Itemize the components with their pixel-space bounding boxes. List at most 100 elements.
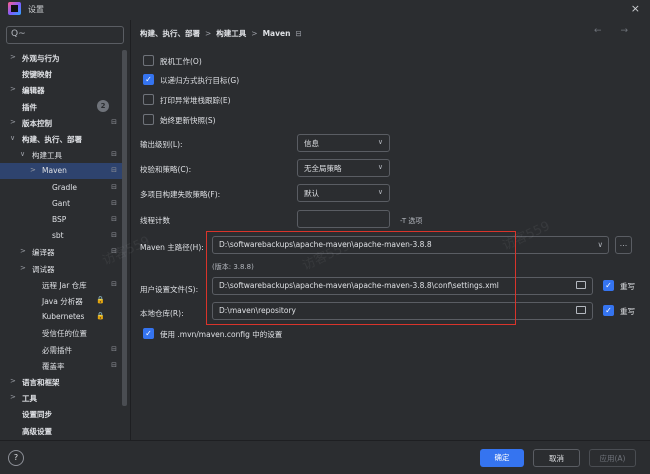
project-scope-icon: ⊟	[111, 150, 117, 159]
breadcrumb: 构建、执行、部署 > 构建工具 > Maven ⊟	[140, 28, 307, 39]
project-scope-icon: ⊟	[111, 344, 117, 353]
chevron-down-icon[interactable]: ∨	[10, 134, 15, 142]
sidebar-item-label: 外观与行为	[22, 54, 60, 63]
sidebar-item[interactable]: 设置同步	[0, 406, 125, 422]
sidebar-item[interactable]: Kubernetes 🔒	[0, 309, 125, 325]
sidebar-item-label: Maven	[42, 166, 67, 176]
breadcrumb-build-tools[interactable]: 构建工具	[216, 29, 246, 38]
sidebar-item[interactable]: Gradle ⊟	[0, 180, 125, 196]
sidebar-item[interactable]: > 工具	[0, 390, 125, 406]
close-icon[interactable]: ×	[631, 2, 640, 15]
multiproject-fail-label: 多项目构建失败策略(F):	[140, 190, 221, 199]
search-input[interactable]: Q~	[6, 26, 124, 44]
chevron-right-icon[interactable]: >	[10, 85, 16, 93]
project-scope-icon: ⊟	[111, 182, 117, 191]
sidebar-item[interactable]: 高级设置	[0, 423, 125, 439]
sidebar-item-label: 设置同步	[22, 410, 52, 420]
checkmark-icon[interactable]: ✓	[143, 74, 154, 85]
chevron-right-icon[interactable]: >	[20, 247, 26, 255]
project-scope-icon: ⊟	[111, 215, 117, 223]
checkmark-icon[interactable]: ✓	[143, 328, 154, 339]
checkbox-box[interactable]	[143, 114, 154, 125]
chevron-down-icon[interactable]: ∨	[20, 150, 25, 158]
sidebar-item[interactable]: ∨ 构建、执行、部署	[0, 131, 125, 147]
checkmark-icon[interactable]: ✓	[603, 280, 614, 291]
checksum-policy-select[interactable]: 无全局策略 ∨	[297, 159, 390, 177]
output-level-select[interactable]: 信息 ∨	[297, 134, 390, 152]
sidebar-item-label: BSP	[52, 215, 67, 224]
sidebar-item-label: Java 分析器	[42, 297, 83, 306]
checkmark-icon[interactable]: ✓	[603, 305, 614, 316]
sidebar-item-label: 编译器	[32, 248, 55, 258]
sidebar-item[interactable]: > 编辑器	[0, 82, 125, 98]
checkbox-box[interactable]	[143, 55, 154, 66]
thread-count-label: 线程计数	[140, 216, 170, 225]
sidebar-item[interactable]: ∨ 构建工具 ⊟	[0, 147, 125, 163]
project-scope-icon: ⊟	[111, 166, 117, 175]
chevron-right-icon[interactable]: >	[10, 118, 16, 126]
thread-count-input[interactable]	[297, 210, 390, 228]
output-level-label: 输出级别(L):	[140, 140, 183, 149]
apply-button[interactable]: 应用(A)	[589, 449, 636, 467]
sidebar-item-label: sbt	[52, 231, 64, 241]
chevron-down-icon: ∨	[377, 138, 383, 146]
chevron-down-icon[interactable]: ∨	[598, 240, 604, 249]
sidebar-item-label: 远程 Jar 仓库	[42, 280, 87, 290]
sidebar-item[interactable]: Java 分析器 🔒	[0, 293, 125, 309]
sidebar-item-label: 编辑器	[22, 86, 45, 96]
folder-icon[interactable]	[576, 306, 586, 314]
highlight-annotation-box	[206, 231, 516, 325]
user-settings-label: 用户设置文件(S):	[140, 285, 199, 294]
sidebar-item[interactable]: 覆盖率 ⊟	[0, 358, 125, 374]
intellij-logo-icon	[8, 2, 21, 15]
sidebar-item[interactable]: Gant ⊟	[0, 196, 125, 212]
sidebar-item[interactable]: > Maven ⊟	[0, 163, 125, 180]
chevron-right-icon[interactable]: >	[10, 53, 16, 61]
browse-button[interactable]: ...	[615, 236, 632, 254]
lock-icon: 🔒	[96, 312, 105, 321]
checksum-policy-label: 校验和策略(C):	[140, 165, 192, 174]
project-scope-icon: ⊟	[111, 360, 117, 369]
sidebar-item[interactable]: 远程 Jar 仓库 ⊟	[0, 277, 125, 293]
project-scope-icon: ⊟	[111, 279, 117, 288]
sidebar-item[interactable]: 按键映射	[0, 66, 125, 82]
lock-icon: 🔒	[96, 296, 105, 304]
sidebar-item[interactable]: > 外观与行为	[0, 50, 125, 66]
sidebar-item-label: 必需插件	[42, 345, 72, 355]
chevron-right-icon[interactable]: >	[10, 393, 16, 401]
sidebar-item-label: 调试器	[32, 264, 55, 274]
sidebar-scrollbar[interactable]	[122, 50, 127, 406]
title-bar	[0, 0, 650, 20]
chevron-right-icon[interactable]: >	[30, 166, 36, 174]
sidebar-item[interactable]: BSP ⊟	[0, 212, 125, 228]
breadcrumb-build-execution[interactable]: 构建、执行、部署	[140, 29, 200, 38]
project-scope-icon: ⊟	[111, 231, 117, 240]
search-icon: Q~	[11, 29, 26, 39]
plugin-count-badge: 2	[97, 99, 109, 112]
project-scope-icon: ⊟	[111, 198, 117, 207]
help-icon[interactable]: ?	[8, 450, 24, 466]
sidebar-item-label: 版本控制	[22, 118, 52, 128]
chevron-right-icon[interactable]: >	[20, 264, 26, 272]
sidebar-item[interactable]: > 语言和框架	[0, 374, 125, 390]
sidebar-item[interactable]: sbt ⊟	[0, 228, 125, 244]
project-scope-icon: ⊟	[111, 117, 117, 126]
breadcrumb-separator: >	[205, 29, 212, 38]
multiproject-fail-select[interactable]: 默认 ∨	[297, 184, 390, 202]
sidebar-item[interactable]: > 版本控制 ⊟	[0, 115, 125, 131]
sidebar-item-label: 工具	[22, 394, 37, 404]
sidebar-item[interactable]: 插件 2	[0, 99, 125, 115]
cancel-button[interactable]: 取消	[533, 449, 580, 467]
folder-icon[interactable]	[576, 281, 586, 289]
thread-count-hint: -T 选项	[400, 217, 423, 225]
checkbox-box[interactable]	[143, 94, 154, 105]
ok-button[interactable]: 确定	[480, 449, 524, 467]
chevron-right-icon[interactable]: >	[10, 377, 16, 385]
back-forward-icon[interactable]: ← →	[594, 26, 636, 36]
sidebar-item-label: 插件	[22, 102, 37, 112]
breadcrumb-maven: Maven	[262, 29, 291, 38]
chevron-down-icon: ∨	[377, 163, 383, 171]
sidebar-item-label: 构建工具	[32, 151, 62, 161]
sidebar-item[interactable]: 受信任的位置	[0, 325, 125, 341]
sidebar-item[interactable]: 必需插件 ⊟	[0, 342, 125, 358]
